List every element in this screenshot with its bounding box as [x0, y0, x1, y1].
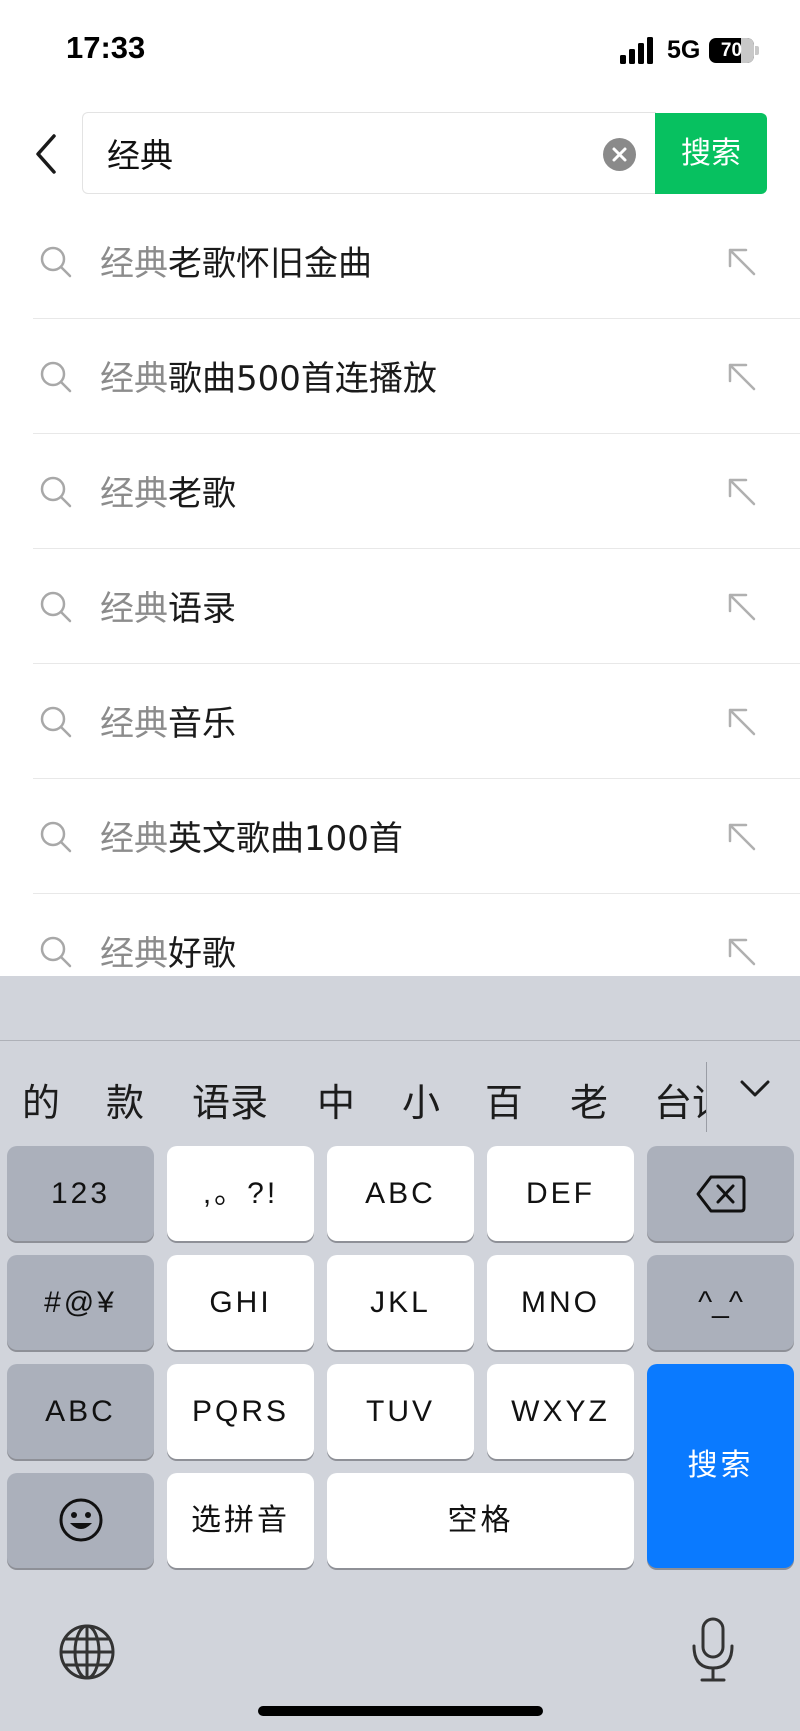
- key-emoticon[interactable]: ^_^: [647, 1255, 794, 1350]
- search-icon: [38, 359, 74, 395]
- fill-query-arrow-icon[interactable]: [726, 591, 758, 623]
- suggestion-match: 经典: [100, 474, 168, 514]
- search-icon: [38, 244, 74, 280]
- suggestion-match: 经典: [100, 934, 168, 974]
- search-icon: [38, 934, 74, 970]
- suggestion-list: 经典老歌怀旧金曲 经典歌曲500首连播放 经典老歌 经典语录 经典音乐 经典英文…: [0, 204, 800, 1009]
- candidate-bar: 的 款 语录 中 小 百 老 台词: [0, 1042, 800, 1154]
- suggestion-item[interactable]: 经典语录: [0, 549, 800, 664]
- globe-icon[interactable]: [58, 1623, 116, 1681]
- keyboard: 的 款 语录 中 小 百 老 台词 123 ,。?! ABC DEF #@¥ G…: [0, 976, 800, 1731]
- suggestion-match: 经典: [100, 244, 168, 284]
- candidate-word[interactable]: 老: [570, 1072, 608, 1127]
- search-icon: [38, 819, 74, 855]
- key-123[interactable]: 123: [7, 1146, 154, 1241]
- key-def[interactable]: DEF: [487, 1146, 634, 1241]
- fill-query-arrow-icon[interactable]: [726, 936, 758, 968]
- cellular-signal-icon: [620, 36, 656, 64]
- fill-query-arrow-icon[interactable]: [726, 821, 758, 853]
- home-indicator: [258, 1706, 543, 1716]
- key-english-abc[interactable]: ABC: [7, 1364, 154, 1459]
- search-box: [82, 112, 656, 194]
- candidate-word[interactable]: 小: [402, 1072, 440, 1127]
- emoji-key[interactable]: [7, 1473, 154, 1568]
- suggestion-rest: 音乐: [168, 704, 236, 744]
- status-time: 17:33: [66, 30, 146, 65]
- battery-level: 70: [720, 40, 743, 61]
- candidate-word[interactable]: 款: [106, 1072, 144, 1127]
- back-icon[interactable]: [28, 128, 64, 180]
- key-pqrs[interactable]: PQRS: [167, 1364, 314, 1459]
- keyboard-search-key[interactable]: 搜索: [647, 1364, 794, 1568]
- emoji-icon: [59, 1498, 102, 1542]
- fill-query-arrow-icon[interactable]: [726, 476, 758, 508]
- suggestion-match: 经典: [100, 359, 168, 399]
- status-bar: 17:33 5G 70: [0, 0, 800, 100]
- fill-query-arrow-icon[interactable]: [726, 706, 758, 738]
- key-mno[interactable]: MNO: [487, 1255, 634, 1350]
- suggestion-item[interactable]: 经典歌曲500首连播放: [0, 319, 800, 434]
- suggestion-item[interactable]: 经典老歌: [0, 434, 800, 549]
- chevron-down-icon[interactable]: [738, 1072, 772, 1106]
- search-icon: [38, 704, 74, 740]
- suggestion-rest: 英文歌曲100首: [168, 819, 403, 859]
- search-button[interactable]: 搜索: [655, 113, 767, 194]
- suggestion-item[interactable]: 经典音乐: [0, 664, 800, 779]
- backspace-key[interactable]: [647, 1146, 794, 1241]
- fill-query-arrow-icon[interactable]: [726, 246, 758, 278]
- search-icon: [38, 589, 74, 625]
- key-tuv[interactable]: TUV: [327, 1364, 474, 1459]
- suggestion-rest: 好歌: [168, 934, 236, 974]
- candidate-word[interactable]: 中: [317, 1072, 355, 1127]
- candidate-word[interactable]: 的: [22, 1072, 60, 1127]
- suggestion-match: 经典: [100, 704, 168, 744]
- fill-query-arrow-icon[interactable]: [726, 361, 758, 393]
- candidate-word[interactable]: 百: [485, 1072, 523, 1127]
- key-symbols[interactable]: #@¥: [7, 1255, 154, 1350]
- candidate-word[interactable]: 语录: [192, 1072, 268, 1127]
- key-punctuation[interactable]: ,。?!: [167, 1146, 314, 1241]
- space-key[interactable]: 空格: [327, 1473, 634, 1568]
- candidate-word[interactable]: 台词: [654, 1072, 706, 1127]
- suggestion-rest: 老歌: [168, 474, 236, 514]
- suggestion-match: 经典: [100, 589, 168, 629]
- backspace-icon: [696, 1175, 745, 1213]
- suggestion-item[interactable]: 经典老歌怀旧金曲: [0, 204, 800, 319]
- battery-icon: 70: [709, 38, 759, 63]
- suggestion-match: 经典: [100, 819, 168, 859]
- suggestion-rest: 老歌怀旧金曲: [168, 244, 372, 284]
- microphone-icon[interactable]: [688, 1616, 738, 1684]
- select-pinyin-key[interactable]: 选拼音: [167, 1473, 314, 1568]
- search-input[interactable]: [107, 113, 567, 192]
- search-icon: [38, 474, 74, 510]
- key-jkl[interactable]: JKL: [327, 1255, 474, 1350]
- network-type: 5G: [667, 36, 701, 64]
- suggestion-item[interactable]: 经典英文歌曲100首: [0, 779, 800, 894]
- key-ghi[interactable]: GHI: [167, 1255, 314, 1350]
- clear-icon[interactable]: [603, 138, 636, 171]
- key-wxyz[interactable]: WXYZ: [487, 1364, 634, 1459]
- suggestion-rest: 歌曲500首连播放: [168, 359, 437, 399]
- suggestion-rest: 语录: [168, 589, 236, 629]
- key-abc[interactable]: ABC: [327, 1146, 474, 1241]
